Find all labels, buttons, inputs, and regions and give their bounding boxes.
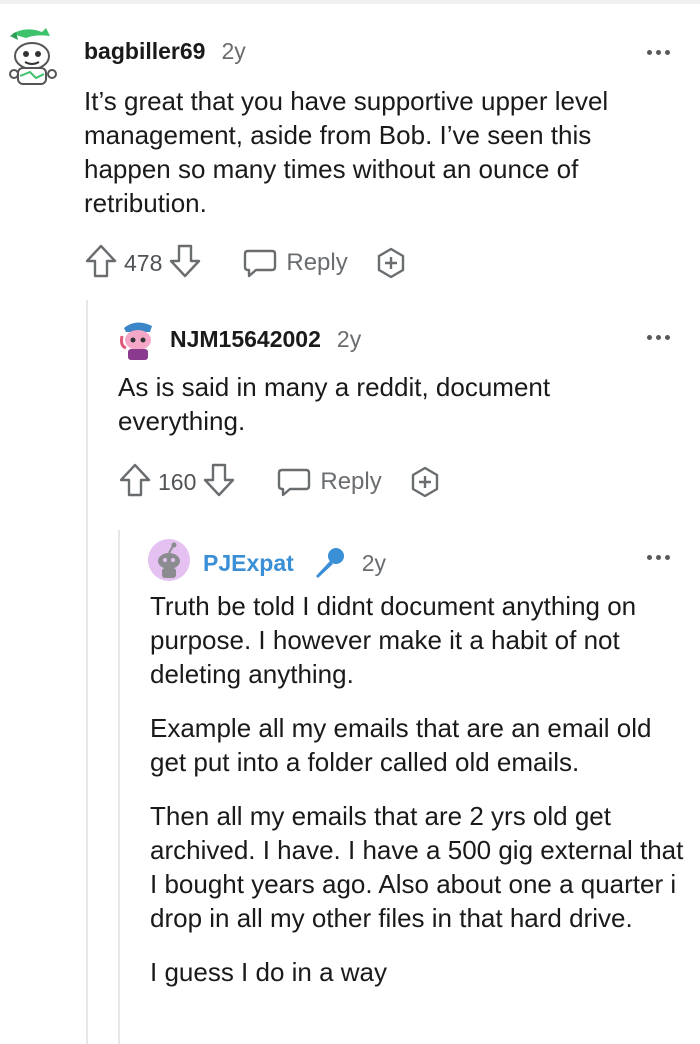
downvote-icon[interactable] <box>202 462 236 503</box>
thread-line[interactable] <box>86 300 88 1044</box>
comment-timestamp: 2y <box>221 38 246 64</box>
comment-username[interactable]: bagbiller69 <box>84 38 205 65</box>
reply-icon <box>278 468 311 497</box>
upvote-icon[interactable] <box>84 243 118 284</box>
comment-paragraph: As is said in many a reddit, document ev… <box>118 372 551 436</box>
thread-line[interactable] <box>118 530 120 1044</box>
comment-username-op[interactable]: PJExpat <box>203 550 294 577</box>
comment-timestamp: 2y <box>336 326 362 352</box>
more-options-icon[interactable] <box>647 50 670 55</box>
reply-label: Reply <box>320 468 382 495</box>
vote-count: 478 <box>124 249 163 276</box>
comment-paragraph: Then all my emails that are 2 yrs old ge… <box>150 801 684 933</box>
user-avatar[interactable] <box>118 318 158 362</box>
comment-body: It’s great that you have supportive uppe… <box>84 84 674 240</box>
comment-actions: 478 Reply <box>84 243 408 283</box>
more-options-icon[interactable] <box>647 555 670 560</box>
comment-username[interactable]: NJM15642002 <box>170 326 321 353</box>
reply-button[interactable]: Reply <box>276 466 382 498</box>
microphone-icon <box>312 546 346 580</box>
comment-paragraph: It’s great that you have supportive uppe… <box>84 86 609 218</box>
comment-paragraph: Truth be told I didnt document anything … <box>150 591 637 689</box>
upvote-icon[interactable] <box>118 462 152 503</box>
reply-icon <box>244 249 277 278</box>
user-avatar[interactable] <box>148 539 190 581</box>
snoo-avatar-icon <box>9 28 57 85</box>
comment-paragraph: I guess I do in a way <box>150 957 388 987</box>
comment-timestamp: 2y <box>361 549 387 576</box>
reply-label: Reply <box>286 249 348 276</box>
vote-count: 160 <box>158 468 197 495</box>
snoo-avatar-icon <box>148 539 190 581</box>
award-icon[interactable] <box>408 465 442 499</box>
comment-body: Truth be told I didnt document anything … <box>150 589 688 1009</box>
downvote-icon[interactable] <box>168 243 202 284</box>
reply-button[interactable]: Reply <box>242 247 348 279</box>
comment-paragraph: Example all my emails that are an email … <box>150 713 652 777</box>
comment-body: As is said in many a reddit, document ev… <box>118 370 678 458</box>
more-options-icon[interactable] <box>647 335 670 340</box>
top-divider <box>0 0 700 4</box>
award-icon[interactable] <box>374 246 408 280</box>
comment-actions: 160 Reply <box>118 462 442 502</box>
snoo-avatar-icon <box>120 322 152 360</box>
user-avatar[interactable] <box>6 24 60 90</box>
